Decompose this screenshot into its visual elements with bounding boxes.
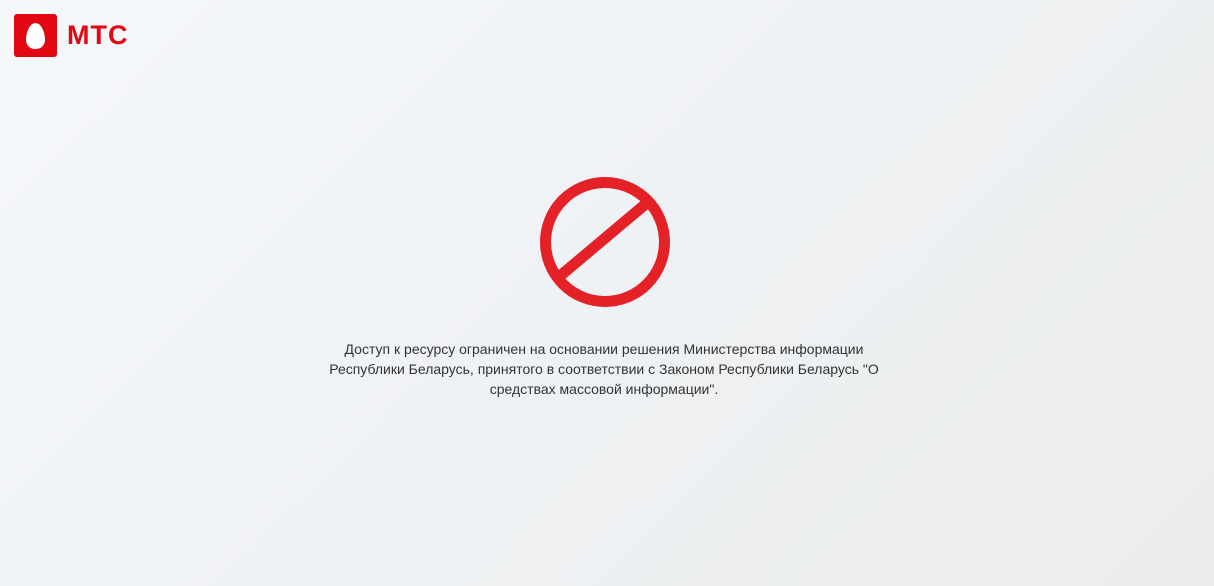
access-restricted-message: Доступ к ресурсу ограничен на основании … [329,341,879,397]
egg-icon [26,23,45,49]
mts-logo-text: МТС [67,20,129,50]
prohibited-icon [540,177,670,307]
mts-logo-mark [14,14,57,57]
mts-logo: МТС [14,14,128,57]
